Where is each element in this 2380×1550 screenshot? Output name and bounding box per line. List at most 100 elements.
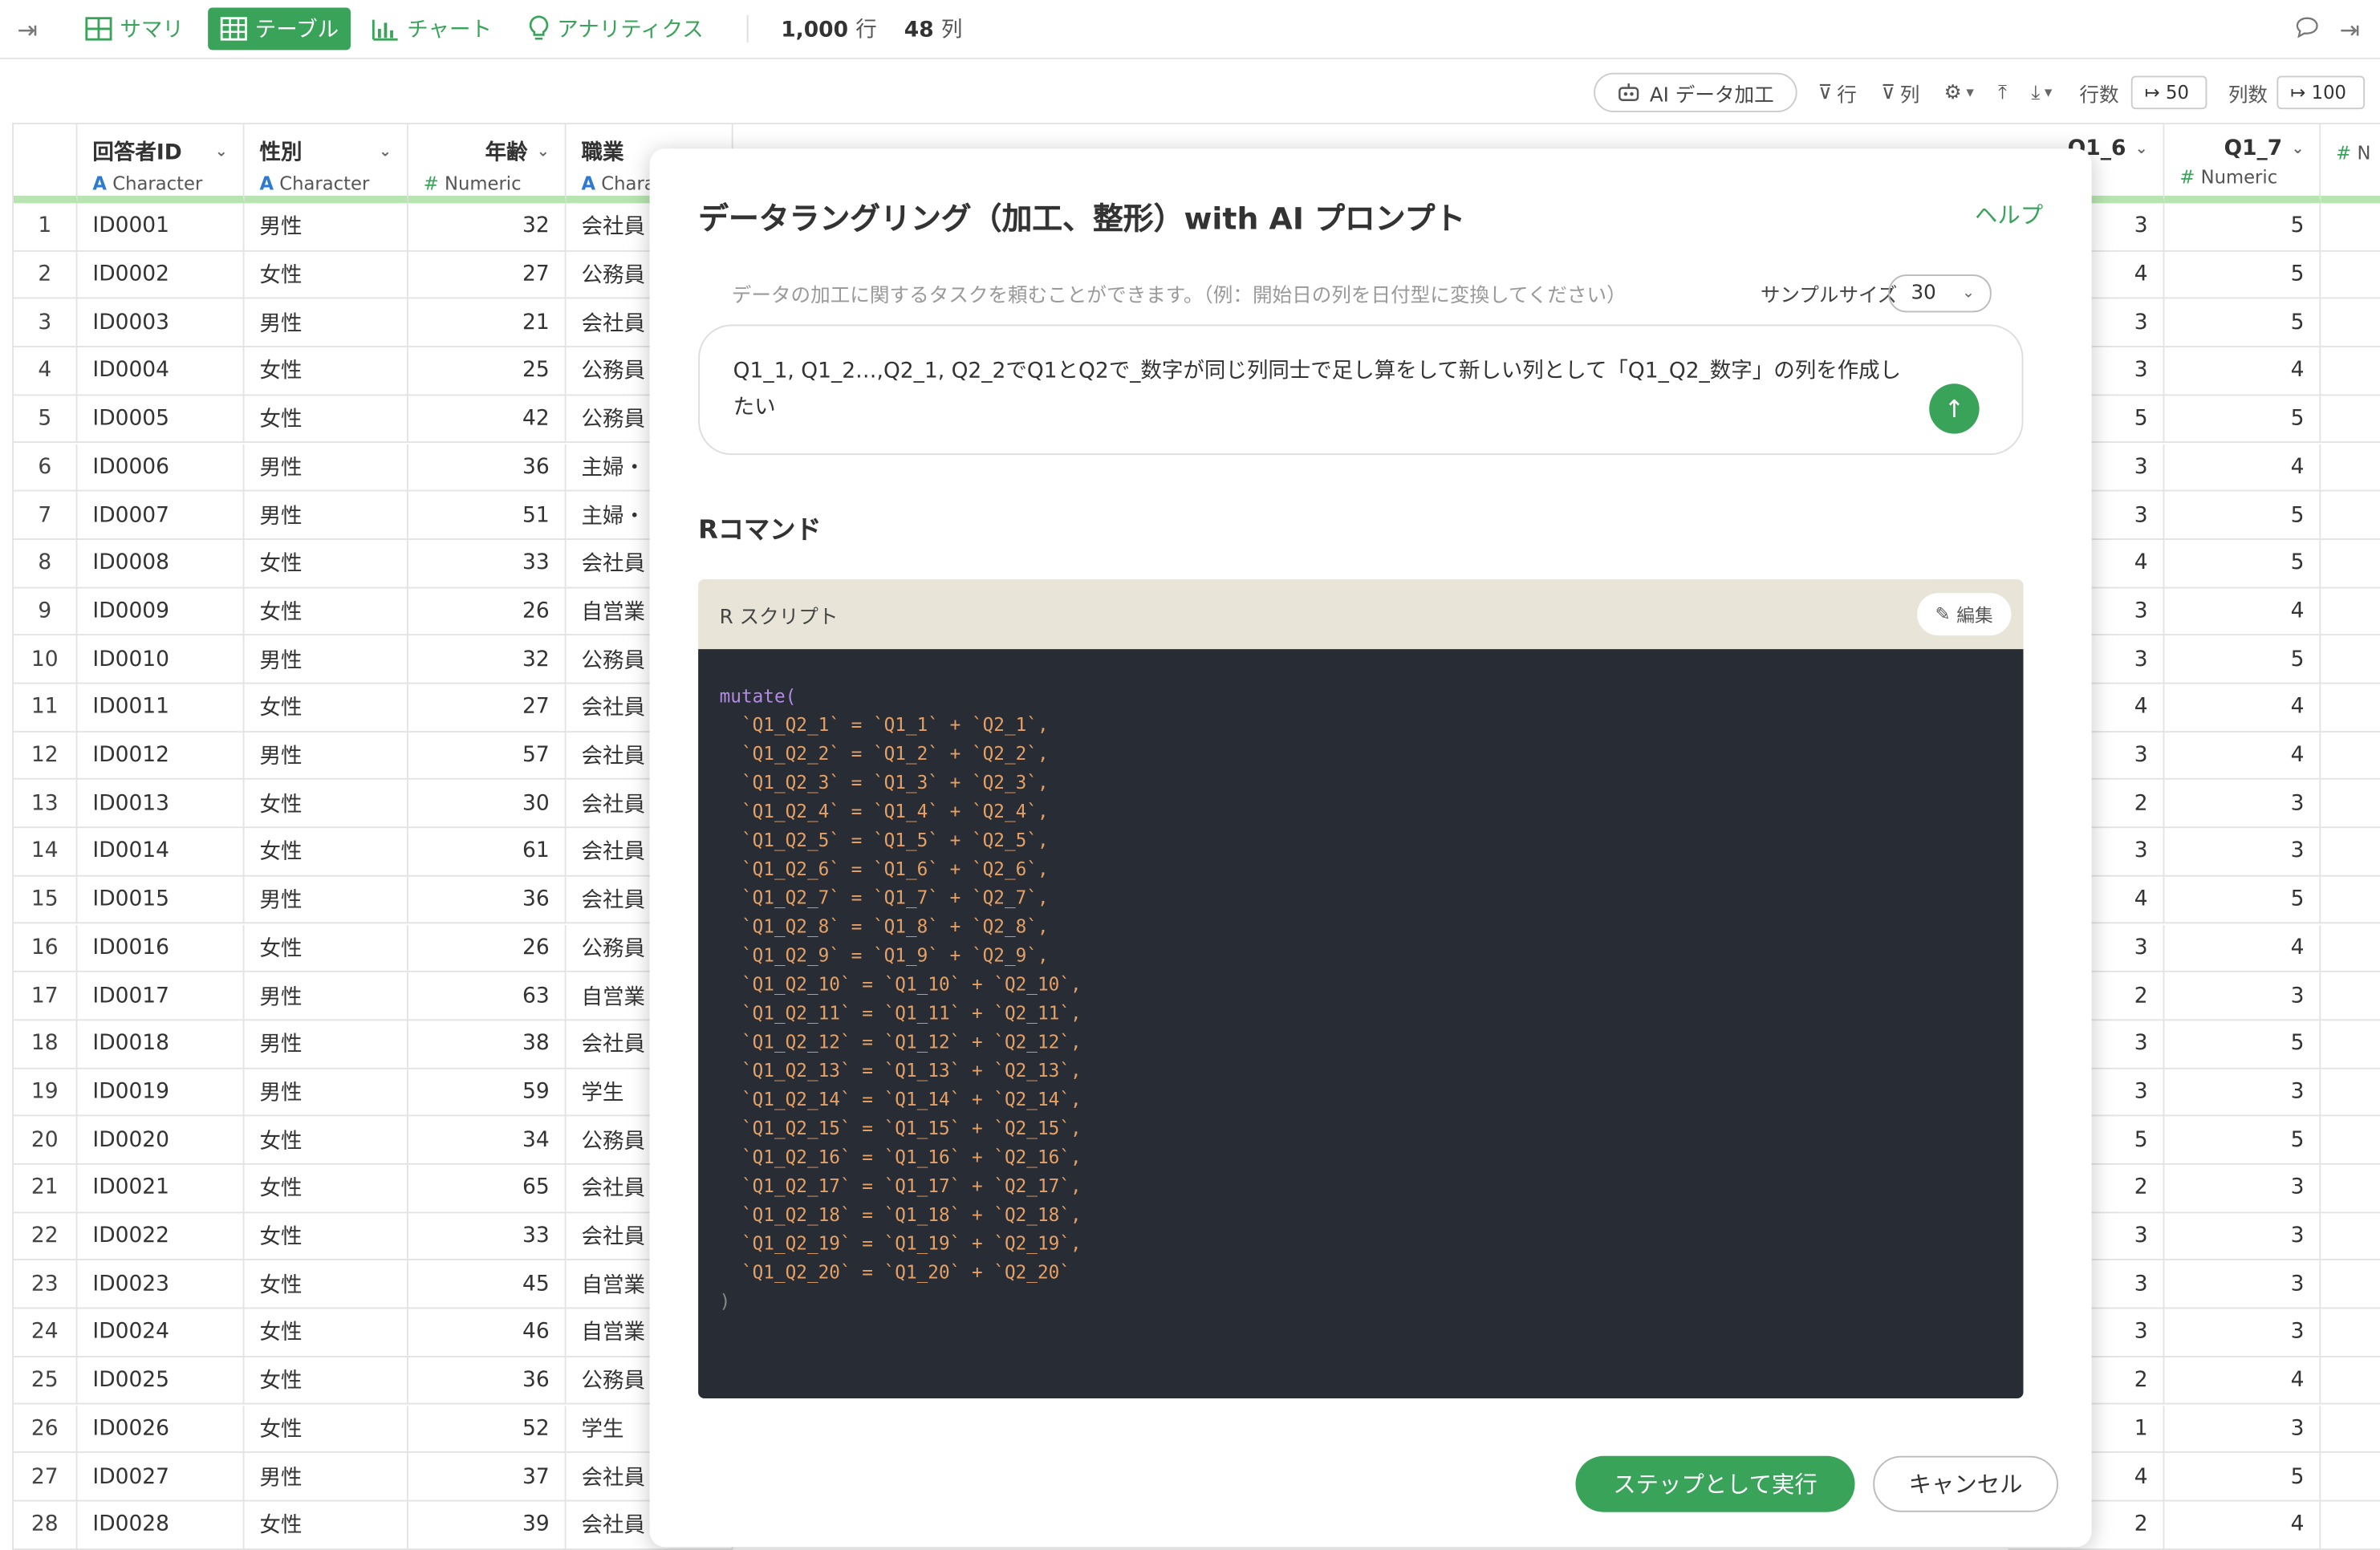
cell-next[interactable] xyxy=(2321,1405,2380,1454)
cell-respondent-id[interactable]: ID0028 xyxy=(77,1501,245,1550)
cell-respondent-id[interactable]: ID0008 xyxy=(77,539,245,588)
cell-gender[interactable]: 女性 xyxy=(244,684,408,732)
row-index[interactable]: 12 xyxy=(14,732,78,781)
cell-gender[interactable]: 男性 xyxy=(244,1068,408,1117)
cell-respondent-id[interactable]: ID0016 xyxy=(77,924,245,973)
cell-next[interactable] xyxy=(2321,588,2380,636)
cell-age[interactable]: 25 xyxy=(408,347,567,396)
cell-age[interactable]: 51 xyxy=(408,491,567,540)
cell-age[interactable]: 26 xyxy=(408,587,567,636)
comment-icon[interactable] xyxy=(2292,14,2322,43)
cell-gender[interactable]: 女性 xyxy=(244,587,408,636)
cell-q1-7[interactable]: 5 xyxy=(2164,1020,2321,1069)
cell-gender[interactable]: 女性 xyxy=(244,828,408,877)
cell-gender[interactable]: 男性 xyxy=(244,732,408,781)
cell-next[interactable] xyxy=(2321,251,2380,300)
cell-next[interactable] xyxy=(2321,780,2380,829)
row-index[interactable]: 20 xyxy=(14,1116,78,1165)
row-index[interactable]: 6 xyxy=(14,443,78,492)
cell-age[interactable]: 34 xyxy=(408,1116,567,1165)
cell-respondent-id[interactable]: ID0012 xyxy=(77,732,245,781)
settings-menu[interactable]: ⚙ ▾ xyxy=(1944,81,1974,103)
cell-next[interactable] xyxy=(2321,1261,2380,1309)
cell-gender[interactable]: 女性 xyxy=(244,1212,408,1261)
cell-gender[interactable]: 女性 xyxy=(244,1309,408,1357)
row-index[interactable]: 1 xyxy=(14,203,78,252)
cell-age[interactable]: 36 xyxy=(408,876,567,925)
cell-age[interactable]: 27 xyxy=(408,684,567,732)
cell-next[interactable] xyxy=(2321,444,2380,492)
row-index[interactable]: 19 xyxy=(14,1068,78,1117)
column-header-q1-7[interactable]: Q1_7 ⌄ # Numeric xyxy=(2164,124,2321,204)
row-index[interactable]: 3 xyxy=(14,299,78,348)
cell-gender[interactable]: 女性 xyxy=(244,1405,408,1454)
cell-q1-7[interactable]: 5 xyxy=(2164,539,2321,588)
row-index[interactable]: 7 xyxy=(14,491,78,540)
cell-respondent-id[interactable]: ID0025 xyxy=(77,1357,245,1406)
row-index[interactable]: 25 xyxy=(14,1357,78,1406)
cell-q1-7[interactable]: 3 xyxy=(2164,972,2321,1021)
cell-respondent-id[interactable]: ID0015 xyxy=(77,876,245,925)
row-index[interactable]: 18 xyxy=(14,1020,78,1069)
upload-button[interactable]: ⤒ xyxy=(1998,81,2007,103)
cell-gender[interactable]: 男性 xyxy=(244,876,408,925)
cell-next[interactable] xyxy=(2321,876,2380,925)
cell-next[interactable] xyxy=(2321,684,2380,732)
cell-next[interactable] xyxy=(2321,972,2380,1021)
column-header-next[interactable]: # N xyxy=(2321,124,2380,204)
cell-respondent-id[interactable]: ID0017 xyxy=(77,972,245,1021)
cell-q1-7[interactable]: 5 xyxy=(2164,876,2321,925)
cell-age[interactable]: 33 xyxy=(408,539,567,588)
cell-respondent-id[interactable]: ID0023 xyxy=(77,1260,245,1309)
row-index[interactable]: 11 xyxy=(14,684,78,732)
cell-q1-7[interactable]: 4 xyxy=(2164,684,2321,732)
cell-age[interactable]: 63 xyxy=(408,972,567,1021)
cell-next[interactable] xyxy=(2321,924,2380,973)
cell-q1-7[interactable]: 5 xyxy=(2164,1116,2321,1165)
cell-age[interactable]: 39 xyxy=(408,1501,567,1550)
cell-q1-7[interactable]: 5 xyxy=(2164,635,2321,684)
cell-age[interactable]: 37 xyxy=(408,1453,567,1502)
cell-respondent-id[interactable]: ID0019 xyxy=(77,1068,245,1117)
cell-q1-7[interactable]: 3 xyxy=(2164,1309,2321,1357)
cell-respondent-id[interactable]: ID0005 xyxy=(77,396,245,444)
cell-respondent-id[interactable]: ID0022 xyxy=(77,1212,245,1261)
cell-next[interactable] xyxy=(2321,1165,2380,1213)
cell-age[interactable]: 59 xyxy=(408,1068,567,1117)
cell-q1-7[interactable]: 5 xyxy=(2164,491,2321,540)
cell-age[interactable]: 65 xyxy=(408,1164,567,1213)
cell-respondent-id[interactable]: ID0002 xyxy=(77,251,245,300)
cell-q1-7[interactable]: 4 xyxy=(2164,924,2321,973)
cell-gender[interactable]: 女性 xyxy=(244,1164,408,1213)
cell-respondent-id[interactable]: ID0003 xyxy=(77,299,245,348)
cell-q1-7[interactable]: 5 xyxy=(2164,251,2321,300)
row-index[interactable]: 16 xyxy=(14,924,78,973)
cell-gender[interactable]: 女性 xyxy=(244,396,408,444)
cell-next[interactable] xyxy=(2321,1453,2380,1502)
cell-gender[interactable]: 女性 xyxy=(244,780,408,829)
cell-gender[interactable]: 女性 xyxy=(244,347,408,396)
collapse-panel-icon[interactable]: ⇥ xyxy=(2334,14,2365,43)
cell-age[interactable]: 33 xyxy=(408,1212,567,1261)
column-header-age[interactable]: 年齢 ⌄ # Numeric xyxy=(408,124,567,204)
row-index[interactable]: 24 xyxy=(14,1309,78,1357)
cell-age[interactable]: 32 xyxy=(408,203,567,252)
cell-q1-7[interactable]: 3 xyxy=(2164,780,2321,829)
ai-data-wrangling-button[interactable]: AI データ加工 xyxy=(1593,72,1797,112)
expand-sidebar-icon[interactable]: ⇥ xyxy=(12,14,43,43)
run-as-step-button[interactable]: ステップとして実行 xyxy=(1575,1455,1855,1512)
filter-rows-button[interactable]: ⊽ 行 xyxy=(1818,78,1857,107)
cell-gender[interactable]: 女性 xyxy=(244,924,408,973)
cell-next[interactable] xyxy=(2321,299,2380,348)
cell-next[interactable] xyxy=(2321,828,2380,877)
cell-q1-7[interactable]: 4 xyxy=(2164,732,2321,781)
r-script-code[interactable]: mutate( `Q1_Q2_1` = `Q1_1` + `Q2_1`, `Q1… xyxy=(698,649,2024,1398)
cell-next[interactable] xyxy=(2321,732,2380,781)
cell-gender[interactable]: 女性 xyxy=(244,1501,408,1550)
tab-chart[interactable]: チャート xyxy=(360,7,504,50)
tab-table[interactable]: テーブル xyxy=(208,7,351,51)
row-index[interactable]: 8 xyxy=(14,539,78,588)
cell-next[interactable] xyxy=(2321,1501,2380,1550)
row-index[interactable]: 10 xyxy=(14,635,78,684)
cell-respondent-id[interactable]: ID0011 xyxy=(77,684,245,732)
